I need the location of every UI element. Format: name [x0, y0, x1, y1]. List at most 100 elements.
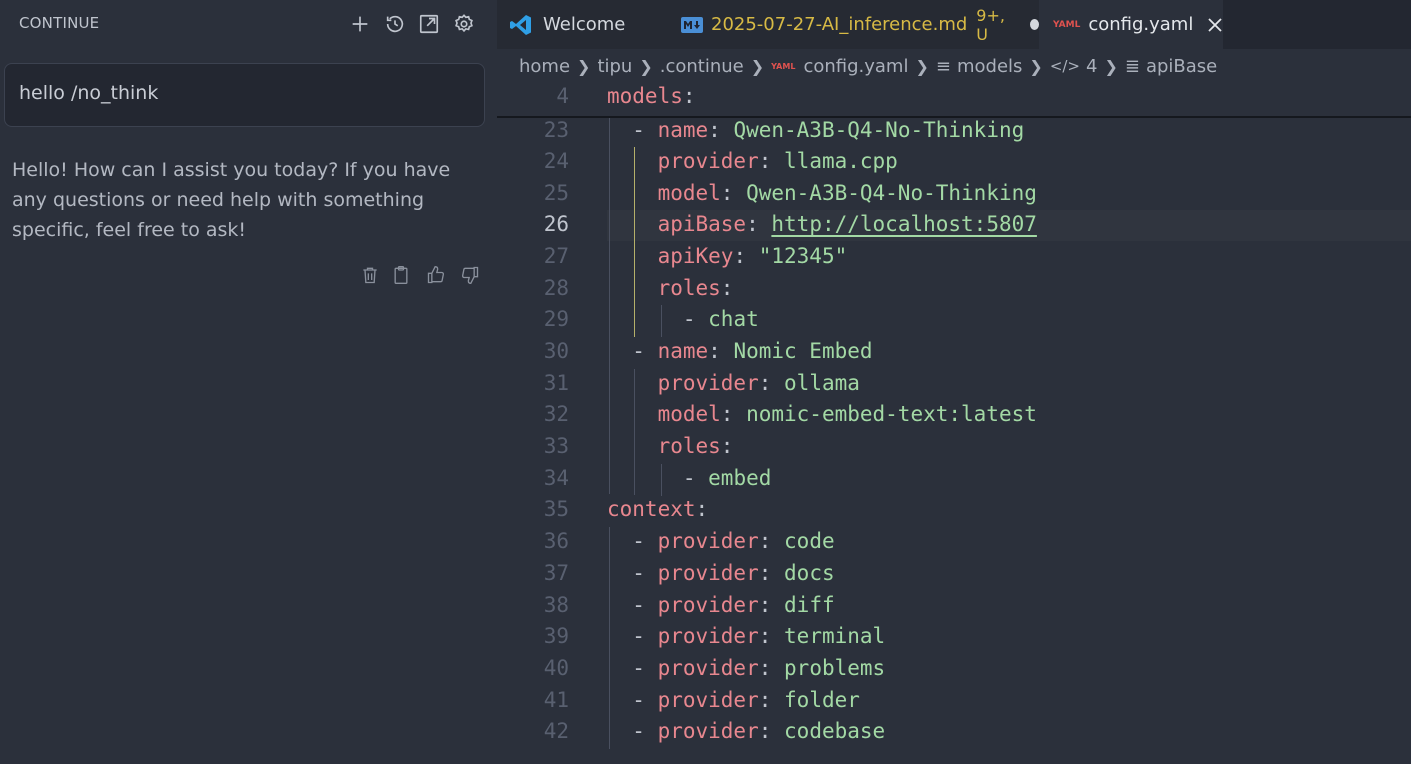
yaml-value: chat	[708, 307, 759, 331]
tab-welcome[interactable]: Welcome	[497, 0, 667, 49]
clipboard-icon[interactable]	[390, 264, 412, 286]
code-editor[interactable]: 4 models: 23 - name: Qwen-A3B-Q4-No-Thinki…	[497, 80, 1411, 764]
code-text: - name: Nomic Embed	[607, 339, 872, 363]
chevron-right-icon: ❯	[750, 56, 765, 76]
yaml-punct: :	[758, 593, 785, 617]
yaml-punct: :	[758, 529, 785, 553]
breadcrumb-index[interactable]: 4	[1086, 56, 1097, 77]
close-icon[interactable]	[1207, 17, 1223, 33]
yaml-punct: :	[758, 719, 785, 743]
code-line[interactable]: 35 context:	[497, 495, 1411, 526]
breadcrumb-file[interactable]: config.yaml	[803, 56, 908, 77]
plus-icon[interactable]	[347, 11, 373, 37]
code-line[interactable]: 30 - name: Nomic Embed	[497, 337, 1411, 368]
code-text: - embed	[607, 466, 772, 490]
line-number: 42	[543, 719, 569, 743]
line-number: 29	[543, 307, 569, 331]
yaml-punct: :	[708, 339, 734, 363]
yaml-key: provider	[657, 593, 759, 617]
code-line[interactable]: 41 - provider: folder	[497, 686, 1411, 717]
yaml-value: Qwen-A3B-Q4-No-Thinking	[746, 181, 1037, 205]
code-text: apiBase: http://localhost:5807	[607, 212, 1037, 236]
yaml-punct: :	[720, 402, 747, 426]
code-text: - provider: problems	[607, 656, 885, 680]
yaml-key: roles	[657, 434, 721, 458]
code-text: roles:	[607, 276, 734, 300]
code-brackets-icon: </>	[1049, 57, 1081, 75]
yaml-icon: YAML	[1053, 19, 1081, 30]
yaml-punct: :	[758, 656, 785, 680]
yaml-value: code	[784, 529, 835, 553]
line-number: 4	[556, 84, 569, 108]
yaml-key: provider	[657, 624, 759, 648]
code-line[interactable]: 4 models:	[497, 82, 1411, 113]
code-text: - name: Qwen-A3B-Q4-No-Thinking	[607, 118, 1024, 142]
sticky-scroll-divider	[497, 116, 1411, 118]
breadcrumb-section[interactable]: models	[957, 56, 1022, 77]
line-number: 32	[543, 402, 569, 426]
line-number: 33	[543, 434, 569, 458]
thumbs-up-icon[interactable]	[425, 264, 447, 286]
indent-guide	[634, 369, 635, 495]
tab-markdown-file[interactable]: 2025-07-27-AI_inference.md 9+, U	[667, 0, 1039, 49]
line-number: 24	[543, 149, 569, 173]
code-text: model: Qwen-A3B-Q4-No-Thinking	[607, 181, 1037, 205]
code-line[interactable]: 42 - provider: codebase	[497, 717, 1411, 748]
breadcrumb: home ❯ tipu ❯ .continue ❯ YAML config.ya…	[519, 53, 1217, 79]
indent-guide	[661, 464, 662, 496]
yaml-key: name	[657, 339, 709, 363]
code-indent: -	[607, 688, 658, 712]
tab-label: 2025-07-27-AI_inference.md	[711, 14, 968, 35]
line-number: 27	[543, 244, 569, 268]
code-line[interactable]: 23 - name: Qwen-A3B-Q4-No-Thinking	[497, 116, 1411, 147]
yaml-key: roles	[657, 276, 721, 300]
list-icon: ≡	[935, 55, 951, 77]
yaml-punct: :	[733, 244, 759, 268]
chevron-right-icon: ❯	[639, 56, 653, 76]
yaml-key: apiKey	[657, 244, 734, 268]
code-line[interactable]: 40 - provider: problems	[497, 654, 1411, 685]
editor: Welcome 2025-07-27-AI_inference.md 9+, U…	[497, 0, 1411, 764]
breadcrumb-user[interactable]: tipu	[597, 56, 632, 77]
vscode-icon	[509, 13, 533, 37]
open-external-icon[interactable]	[416, 11, 442, 37]
chevron-right-icon: ❯	[915, 56, 929, 76]
yaml-key: model	[657, 402, 721, 426]
breadcrumb-home[interactable]: home	[519, 56, 570, 77]
code-line[interactable]: 37 - provider: docs	[497, 559, 1411, 590]
continue-sidebar: CONTINUE hello /no_think Hello! How can …	[0, 0, 497, 764]
breadcrumb-folder[interactable]: .continue	[660, 56, 744, 77]
code-line[interactable]: 38 - provider: diff	[497, 591, 1411, 622]
trash-icon[interactable]	[359, 264, 381, 286]
yaml-key: provider	[657, 561, 759, 585]
chat-input[interactable]: hello /no_think	[4, 63, 485, 127]
yaml-punct: :	[720, 434, 734, 458]
yaml-key: name	[657, 118, 709, 142]
yaml-value: terminal	[784, 624, 886, 648]
line-number: 36	[543, 529, 569, 553]
yaml-value: http://localhost:5807	[771, 212, 1037, 236]
line-number: 35	[543, 497, 569, 521]
code-indent: -	[607, 593, 658, 617]
history-icon[interactable]	[382, 11, 408, 37]
yaml-punct: :	[758, 624, 785, 648]
line-number: 23	[543, 118, 569, 142]
assistant-response: Hello! How can I assist you today? If yo…	[12, 159, 451, 241]
yaml-key: provider	[657, 656, 759, 680]
yaml-value: embed	[708, 466, 772, 490]
gear-icon[interactable]	[451, 11, 477, 37]
code-line[interactable]: 36 - provider: code	[497, 527, 1411, 558]
breadcrumb-key[interactable]: apiBase	[1146, 56, 1217, 77]
code-line[interactable]: 39 - provider: terminal	[497, 622, 1411, 653]
line-number: 34	[543, 466, 569, 490]
unsaved-dot-icon[interactable]	[1029, 19, 1039, 30]
code-text: - provider: docs	[607, 561, 834, 585]
tab-config-yaml[interactable]: YAML config.yaml	[1039, 0, 1223, 49]
yaml-key: context	[607, 497, 696, 521]
yaml-key: provider	[657, 149, 759, 173]
thumbs-down-icon[interactable]	[459, 264, 481, 286]
line-number: 38	[543, 593, 569, 617]
yaml-key: provider	[657, 688, 759, 712]
